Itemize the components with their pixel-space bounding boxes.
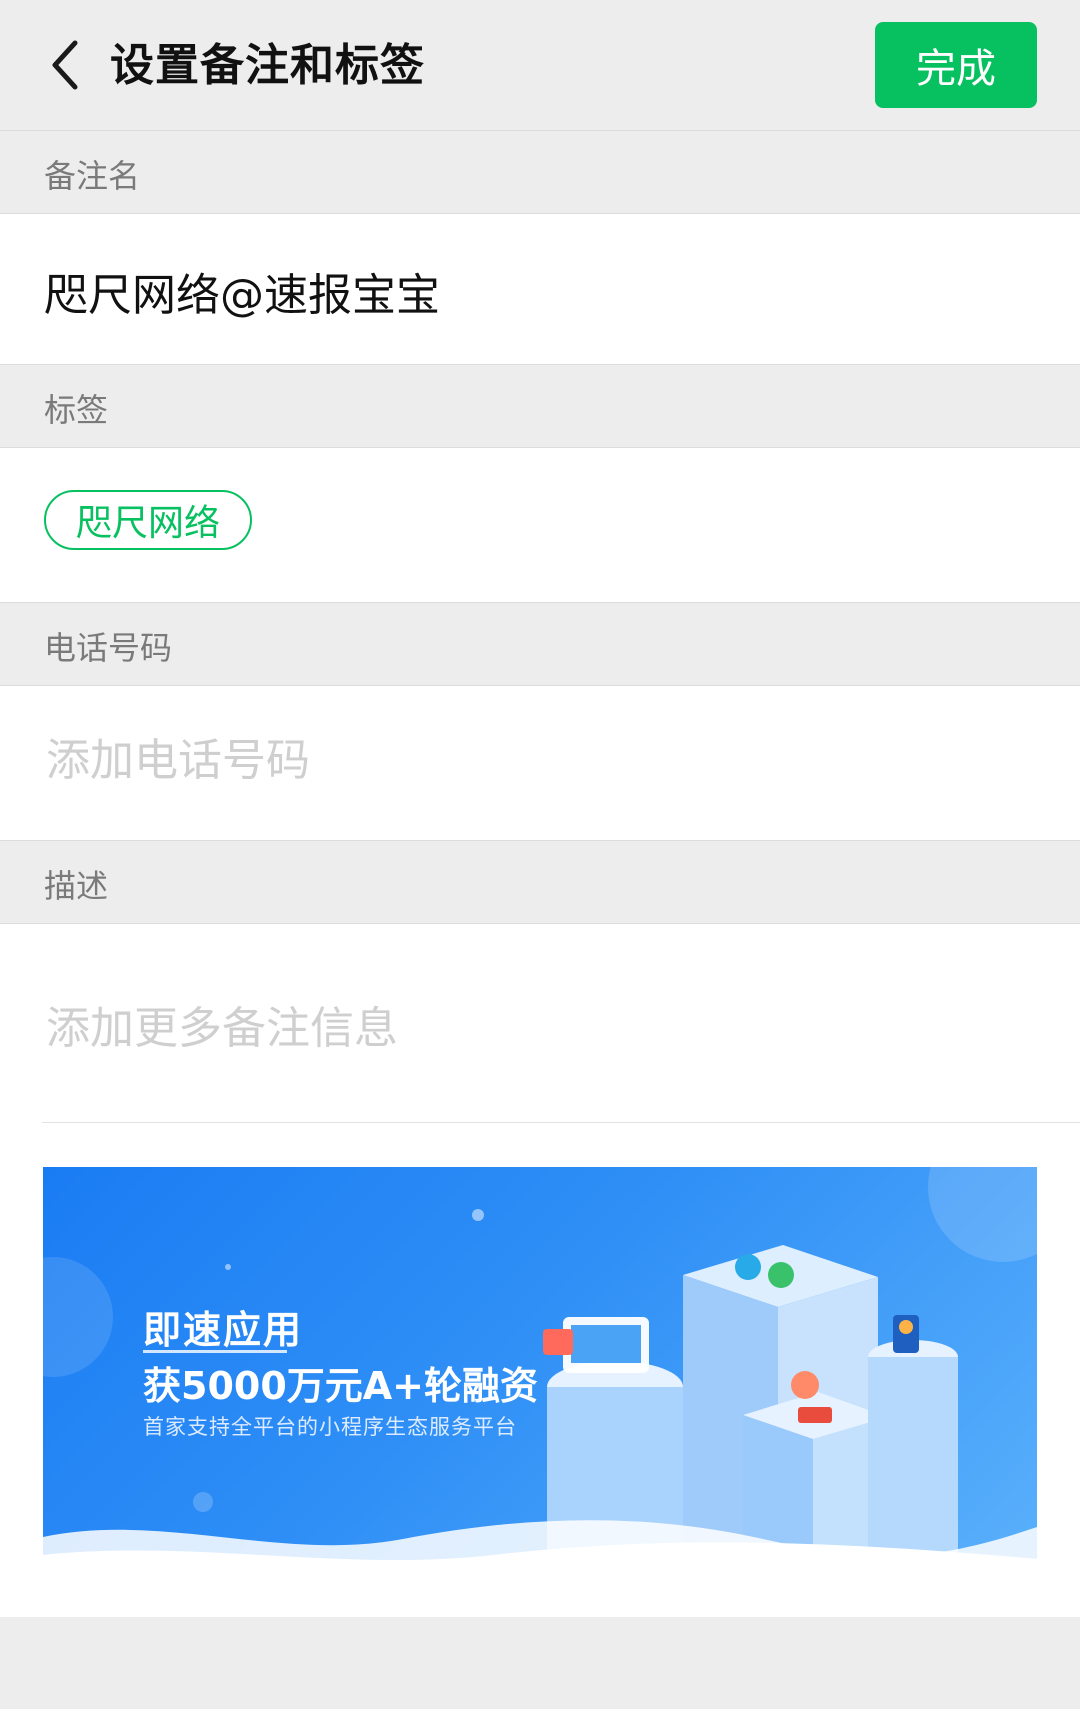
tags-section-header: 标签 <box>0 364 1080 448</box>
banner-badge <box>798 1407 832 1423</box>
banner-headline: 获5000万元A+轮融资 <box>143 1364 539 1408</box>
description-section-header: 描述 <box>0 840 1080 924</box>
phone-row <box>0 686 1080 840</box>
banner-subtitle: 首家支持全平台的小程序生态服务平台 <box>143 1415 517 1439</box>
description-divider <box>42 1122 1080 1123</box>
phone-section-header: 电话号码 <box>0 602 1080 686</box>
top-bar: 设置备注和标签 完成 <box>0 0 1080 130</box>
phone-input[interactable] <box>44 734 998 787</box>
tag-chip[interactable]: 咫尺网络 <box>44 490 252 550</box>
description-label: 描述 <box>44 867 109 905</box>
tags-label: 标签 <box>44 391 109 429</box>
phone-label: 电话号码 <box>44 629 173 667</box>
promo-banner[interactable]: 即速应用 获5000万元A+轮融资 首家支持全平台的小程序生态服务平台 <box>43 1167 1037 1574</box>
banner-title: 即速应用 <box>143 1308 304 1352</box>
remark-label: 备注名 <box>44 157 141 195</box>
remark-name-input[interactable]: 咫尺网络@速报宝宝 <box>44 259 440 323</box>
remark-section-header: 备注名 <box>0 130 1080 214</box>
back-button[interactable] <box>30 30 100 100</box>
tags-row[interactable]: 咫尺网络 <box>0 448 1080 602</box>
banner-title-underline <box>143 1350 287 1353</box>
page-title: 设置备注和标签 <box>110 40 425 91</box>
description-input[interactable] <box>44 1002 998 1055</box>
done-button[interactable]: 完成 <box>875 22 1037 108</box>
remark-input-row[interactable]: 咫尺网络@速报宝宝 <box>0 214 1080 364</box>
chevron-left-icon <box>52 40 78 90</box>
